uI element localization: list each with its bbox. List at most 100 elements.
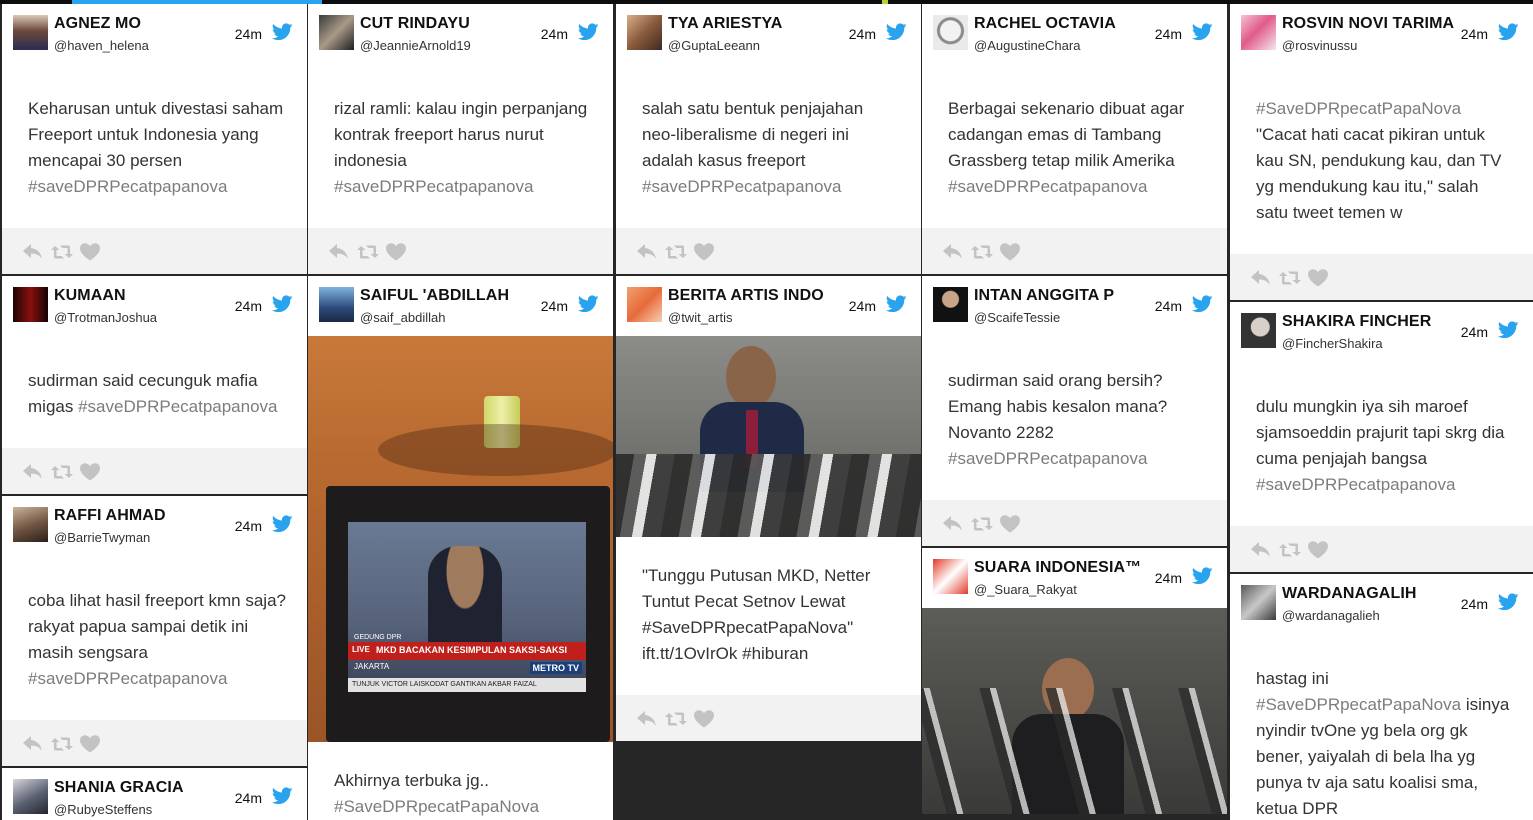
retweet-icon[interactable]	[1279, 270, 1301, 286]
reply-icon[interactable]	[636, 709, 658, 729]
author-handle[interactable]: @_Suara_Rakyat	[974, 582, 1077, 597]
timestamp[interactable]: 24m	[1155, 26, 1182, 42]
timestamp[interactable]: 24m	[541, 26, 568, 42]
avatar[interactable]	[933, 559, 968, 594]
avatar[interactable]	[933, 287, 968, 322]
timestamp[interactable]: 24m	[849, 26, 876, 42]
reply-icon[interactable]	[1250, 540, 1272, 560]
timestamp[interactable]: 24m	[1155, 570, 1182, 586]
author-handle[interactable]: @AugustineChara	[974, 38, 1080, 53]
author-name[interactable]: ROSVIN NOVI TARIMA	[1282, 15, 1454, 33]
hashtag-link[interactable]: #SaveDPRpecatPapaNova	[1256, 695, 1461, 714]
author-name[interactable]: WARDANAGALIH	[1282, 585, 1417, 603]
like-icon[interactable]	[694, 243, 714, 261]
author-handle[interactable]: @BarrieTwyman	[54, 530, 150, 545]
author-name[interactable]: SHANIA GRACIA	[54, 779, 184, 797]
like-icon[interactable]	[80, 243, 100, 261]
author-handle[interactable]: @haven_helena	[54, 38, 149, 53]
avatar[interactable]	[13, 287, 48, 322]
hashtag-link[interactable]: #SaveDPRpecatPapaNova	[334, 797, 539, 816]
author-handle[interactable]: @rosvinussu	[1282, 38, 1357, 53]
reply-icon[interactable]	[942, 242, 964, 262]
author-handle[interactable]: @wardanagalieh	[1282, 608, 1380, 623]
twitter-bird-icon[interactable]	[1498, 23, 1519, 41]
avatar[interactable]	[933, 15, 968, 50]
like-icon[interactable]	[386, 243, 406, 261]
avatar[interactable]	[13, 507, 48, 542]
reply-icon[interactable]	[22, 462, 44, 482]
like-icon[interactable]	[80, 735, 100, 753]
author-handle[interactable]: @JeannieArnold19	[360, 38, 471, 53]
tweet-photo-interview[interactable]	[922, 608, 1227, 814]
timestamp[interactable]: 24m	[235, 518, 262, 534]
author-handle[interactable]: @GuptaLeeann	[668, 38, 760, 53]
author-handle[interactable]: @TrotmanJoshua	[54, 310, 157, 325]
hashtag-link[interactable]: #saveDPRPecatpapanova	[28, 177, 227, 196]
reply-icon[interactable]	[22, 734, 44, 754]
reply-icon[interactable]	[328, 242, 350, 262]
retweet-icon[interactable]	[665, 711, 687, 727]
timestamp[interactable]: 24m	[541, 298, 568, 314]
timestamp[interactable]: 24m	[849, 298, 876, 314]
avatar[interactable]	[627, 15, 662, 50]
author-handle[interactable]: @RubyeSteffens	[54, 802, 152, 817]
timestamp[interactable]: 24m	[235, 26, 262, 42]
twitter-bird-icon[interactable]	[272, 23, 293, 41]
reply-icon[interactable]	[1250, 268, 1272, 288]
twitter-bird-icon[interactable]	[272, 515, 293, 533]
author-name[interactable]: TYA ARIESTYA	[668, 15, 782, 33]
avatar[interactable]	[319, 15, 354, 50]
like-icon[interactable]	[1000, 515, 1020, 533]
hashtag-link[interactable]: #saveDPRPecatpapanova	[948, 177, 1147, 196]
timestamp[interactable]: 24m	[235, 790, 262, 806]
avatar[interactable]	[1241, 585, 1276, 620]
hashtag-link[interactable]: #saveDPRPecatpapanova	[948, 449, 1147, 468]
avatar[interactable]	[319, 287, 354, 322]
author-handle[interactable]: @ScaifeTessie	[974, 310, 1060, 325]
like-icon[interactable]	[80, 463, 100, 481]
author-name[interactable]: KUMAAN	[54, 287, 126, 305]
author-name[interactable]: CUT RINDAYU	[360, 15, 470, 33]
twitter-bird-icon[interactable]	[1192, 23, 1213, 41]
like-icon[interactable]	[1000, 243, 1020, 261]
reply-icon[interactable]	[942, 514, 964, 534]
author-name[interactable]: INTAN ANGGITA P	[974, 287, 1114, 305]
hashtag-link[interactable]: #SaveDPRpecatPapaNova	[1256, 99, 1461, 118]
timestamp[interactable]: 24m	[1461, 26, 1488, 42]
twitter-bird-icon[interactable]	[1192, 567, 1213, 585]
author-name[interactable]: RACHEL OCTAVIA	[974, 15, 1116, 33]
tweet-photo-tv[interactable]: GEDUNG DPR LIVE MKD BACAKAN KESIMPULAN S…	[308, 336, 613, 742]
hashtag-link[interactable]: #saveDPRPecatpapanova	[78, 397, 277, 416]
author-handle[interactable]: @twit_artis	[668, 310, 733, 325]
hashtag-link[interactable]: #saveDPRPecatpapanova	[642, 177, 841, 196]
author-name[interactable]: SHAKIRA FINCHER	[1282, 313, 1431, 331]
retweet-icon[interactable]	[51, 736, 73, 752]
avatar[interactable]	[627, 287, 662, 322]
author-name[interactable]: AGNEZ MO	[54, 15, 141, 33]
retweet-icon[interactable]	[971, 244, 993, 260]
timestamp[interactable]: 24m	[1461, 324, 1488, 340]
author-name[interactable]: RAFFI AHMAD	[54, 507, 166, 525]
retweet-icon[interactable]	[357, 244, 379, 260]
author-handle[interactable]: @saif_abdillah	[360, 310, 445, 325]
twitter-bird-icon[interactable]	[886, 23, 907, 41]
author-name[interactable]: SAIFUL 'ABDILLAH	[360, 287, 509, 305]
avatar[interactable]	[1241, 15, 1276, 50]
twitter-bird-icon[interactable]	[886, 295, 907, 313]
avatar[interactable]	[13, 15, 48, 50]
retweet-icon[interactable]	[971, 516, 993, 532]
avatar[interactable]	[1241, 313, 1276, 348]
retweet-icon[interactable]	[665, 244, 687, 260]
reply-icon[interactable]	[22, 242, 44, 262]
timestamp[interactable]: 24m	[1155, 298, 1182, 314]
like-icon[interactable]	[1308, 541, 1328, 559]
author-name[interactable]: SUARA INDONESIA™	[974, 559, 1141, 577]
avatar[interactable]	[13, 779, 48, 814]
hashtag-link[interactable]: #saveDPRPecatpapanova	[1256, 475, 1455, 494]
hashtag-link[interactable]: #saveDPRPecatpapanova	[334, 177, 533, 196]
timestamp[interactable]: 24m	[1461, 596, 1488, 612]
twitter-bird-icon[interactable]	[272, 295, 293, 313]
author-handle[interactable]: @FincherShakira	[1282, 336, 1383, 351]
twitter-bird-icon[interactable]	[1498, 593, 1519, 611]
like-icon[interactable]	[694, 710, 714, 728]
